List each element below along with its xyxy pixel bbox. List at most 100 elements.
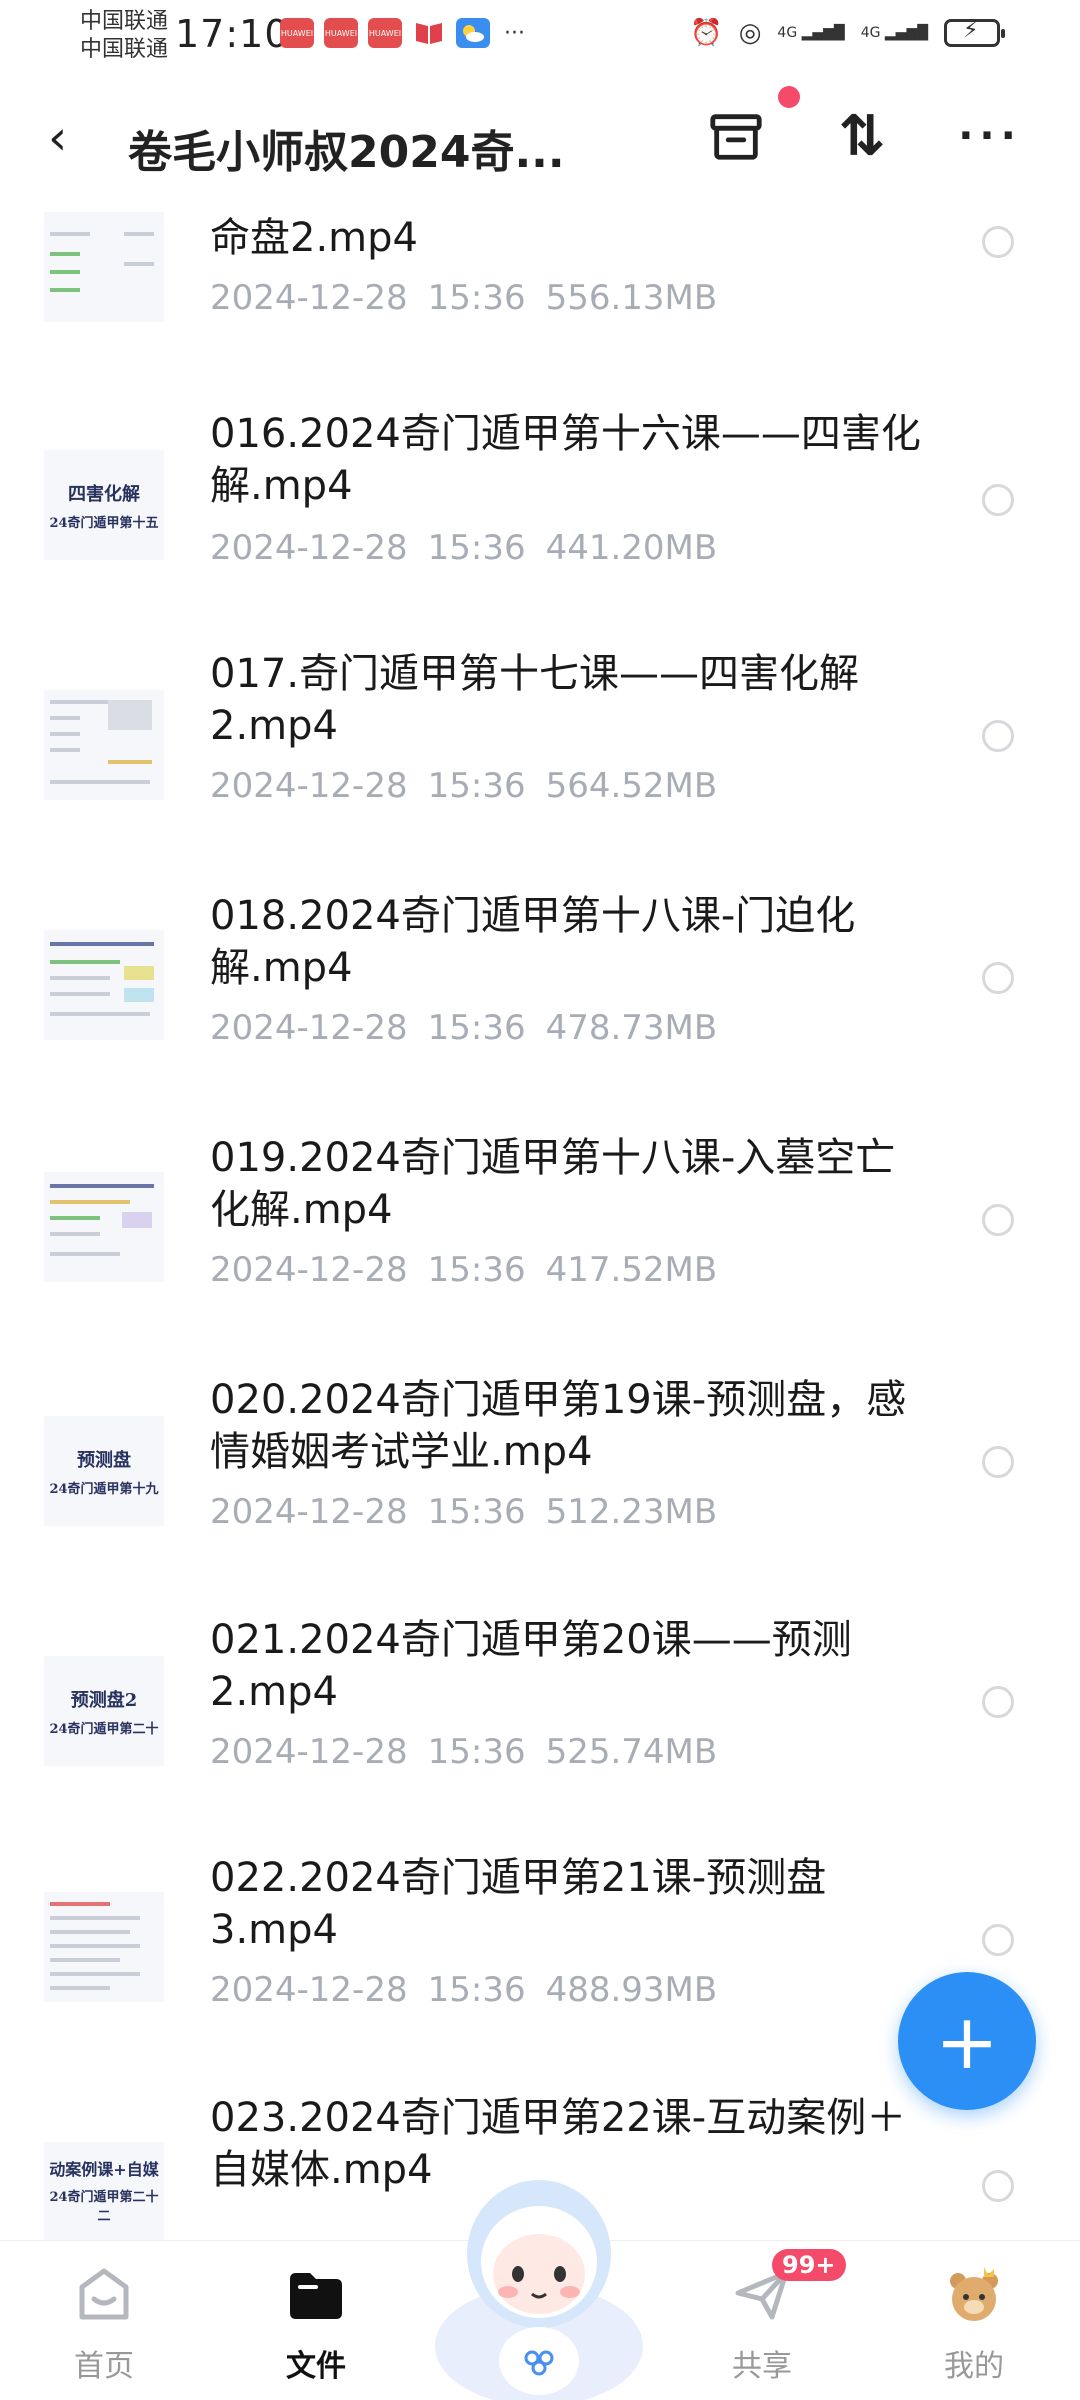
folder-title: 卷毛小师叔2024奇...	[128, 127, 565, 178]
file-date: 2024-12-28	[210, 1250, 408, 1290]
file-name: 021.2024奇门遁甲第20课——预测2.mp4	[210, 1617, 852, 1715]
file-name: 022.2024奇门遁甲第21课-预测盘3.mp4	[210, 1855, 827, 1953]
select-radio[interactable]	[982, 1686, 1014, 1718]
file-size: 512.23MB	[545, 1492, 718, 1532]
select-radio[interactable]	[982, 1446, 1014, 1478]
nav-mine[interactable]: 我的	[904, 2251, 1044, 2391]
file-size: 441.20MB	[545, 528, 718, 568]
file-name: 020.2024奇门遁甲第19课-预测盘，感情婚姻考试学业.mp4	[210, 1377, 907, 1475]
file-date: 2024-12-28	[210, 1008, 408, 1048]
home-icon	[79, 2268, 129, 2320]
file-meta: 2024-12-28 15:36 488.93MB	[210, 1970, 737, 2010]
file-time: 15:36	[427, 766, 526, 806]
video-thumbnail	[44, 212, 164, 322]
file-time: 15:36	[427, 528, 526, 568]
file-name: 016.2024奇门遁甲第十六课——四害化解.mp4	[210, 411, 921, 509]
file-date: 2024-12-28	[210, 1492, 408, 1532]
video-thumbnail: 预测盘2 24奇门遁甲第二十	[44, 1656, 164, 1766]
file-time: 15:36	[427, 1250, 526, 1290]
nav-files-label: 文件	[286, 2349, 346, 2384]
file-size: 417.52MB	[545, 1250, 718, 1290]
file-name: 017.奇门遁甲第十七课——四害化解2.mp4	[210, 651, 860, 749]
file-item[interactable]: 四害化解 24奇门遁甲第十五 016.2024奇门遁甲第十六课——四害化解.mp…	[0, 400, 1080, 644]
select-radio[interactable]	[982, 720, 1014, 752]
carrier-1: 中国联通	[80, 9, 169, 34]
file-meta: 2024-12-28 15:36 556.13MB	[210, 278, 737, 318]
file-item[interactable]: 019.2024奇门遁甲第十八课-入墓空亡化解.mp4 2024-12-28 15…	[0, 1124, 1080, 1368]
sort-button[interactable]: ⇅	[832, 104, 892, 169]
folder-icon	[290, 2273, 342, 2319]
file-name: 018.2024奇门遁甲第十八课-门迫化解.mp4	[210, 893, 856, 991]
nav-mine-label: 我的	[944, 2349, 1004, 2384]
top-bar: ‹ 卷毛小师叔2024奇... ⇅ ···	[0, 72, 1080, 202]
file-item[interactable]: 预测盘 24奇门遁甲第十九 020.2024奇门遁甲第19课-预测盘，感情婚姻考…	[0, 1366, 1080, 1610]
video-thumbnail: 动案例课+自媒 24奇门遁甲第二十二	[44, 2142, 164, 2252]
mascot-icon	[435, 2180, 643, 2400]
file-size: 556.13MB	[545, 278, 718, 318]
file-date: 2024-12-28	[210, 528, 408, 568]
file-date: 2024-12-28	[210, 766, 408, 806]
signal-icon-1: 4G ▂▄▆█	[777, 25, 845, 41]
more-notifications-icon: ···	[504, 20, 525, 46]
huawei-app-icon: HUAWEI	[280, 18, 314, 48]
video-thumbnail	[44, 1892, 164, 2002]
add-button[interactable]: +	[898, 1972, 1036, 2110]
file-size: 564.52MB	[545, 766, 718, 806]
huawei-app-icon: HUAWEI	[368, 18, 402, 48]
nav-files[interactable]: 文件	[246, 2251, 386, 2391]
signal-icon-2: 4G ▂▄▆█	[860, 25, 928, 41]
ai-assistant-mascot[interactable]	[432, 2146, 646, 2400]
status-time: 17:10	[175, 12, 290, 56]
nav-share-label: 共享	[732, 2349, 792, 2384]
notification-dot	[778, 86, 800, 108]
select-radio[interactable]	[982, 1924, 1014, 1956]
book-icon	[412, 18, 446, 48]
video-thumbnail	[44, 1172, 164, 1282]
plus-icon: +	[935, 1996, 999, 2086]
carrier-2: 中国联通	[80, 37, 169, 62]
file-time: 15:36	[427, 1492, 526, 1532]
video-thumbnail: 预测盘 24奇门遁甲第十九	[44, 1416, 164, 1526]
archive-icon	[710, 114, 762, 160]
file-size: 478.73MB	[545, 1008, 718, 1048]
status-bar: 中国联通 中国联通 17:10 HUAWEI HUAWEI HUAWEI ···…	[0, 0, 1080, 72]
system-icons: ⏰ ◎ 4G ▂▄▆█ 4G ▂▄▆█ ⚡	[690, 18, 1005, 48]
video-thumbnail	[44, 690, 164, 800]
nav-home-label: 首页	[74, 2349, 134, 2384]
file-name: 019.2024奇门遁甲第十八课-入墓空亡化解.mp4	[210, 1135, 896, 1233]
file-meta: 2024-12-28 15:36 512.23MB	[210, 1492, 737, 1532]
file-name: 命盘2.mp4	[210, 215, 418, 261]
file-size: 525.74MB	[545, 1732, 718, 1772]
file-item[interactable]: 018.2024奇门遁甲第十八课-门迫化解.mp4 2024-12-28 15:3…	[0, 882, 1080, 1126]
select-radio[interactable]	[982, 2170, 1014, 2202]
back-button[interactable]: ‹	[48, 110, 67, 166]
file-meta: 2024-12-28 15:36 441.20MB	[210, 528, 737, 568]
video-thumbnail	[44, 930, 164, 1040]
file-size: 488.93MB	[545, 1970, 718, 2010]
file-date: 2024-12-28	[210, 278, 408, 318]
nav-home[interactable]: 首页	[34, 2251, 174, 2391]
file-meta: 2024-12-28 15:36 564.52MB	[210, 766, 737, 806]
file-item[interactable]: 预测盘2 24奇门遁甲第二十 021.2024奇门遁甲第20课——预测2.mp4…	[0, 1606, 1080, 1850]
file-time: 15:36	[427, 1008, 526, 1048]
battery-charging-icon: ⚡	[944, 18, 1005, 47]
carrier-info: 中国联通 中国联通	[80, 8, 168, 64]
select-radio[interactable]	[982, 226, 1014, 258]
file-meta: 2024-12-28 15:36 478.73MB	[210, 1008, 737, 1048]
select-radio[interactable]	[982, 962, 1014, 994]
huawei-app-icon: HUAWEI	[324, 18, 358, 48]
file-date: 2024-12-28	[210, 1732, 408, 1772]
archive-button[interactable]	[706, 106, 766, 166]
hotspot-icon: ◎	[738, 18, 762, 48]
weather-icon	[456, 18, 490, 48]
nav-share[interactable]: 99+ 共享	[692, 2249, 846, 2391]
file-time: 15:36	[427, 1732, 526, 1772]
alarm-icon: ⏰	[690, 18, 723, 48]
file-item[interactable]: 017.奇门遁甲第十七课——四害化解2.mp4 2024-12-28 15:36 5…	[0, 640, 1080, 884]
bear-avatar-icon	[950, 2267, 998, 2321]
file-date: 2024-12-28	[210, 1970, 408, 2010]
more-options-button[interactable]: ···	[958, 106, 1020, 166]
select-radio[interactable]	[982, 1204, 1014, 1236]
file-time: 15:36	[427, 278, 526, 318]
select-radio[interactable]	[982, 484, 1014, 516]
